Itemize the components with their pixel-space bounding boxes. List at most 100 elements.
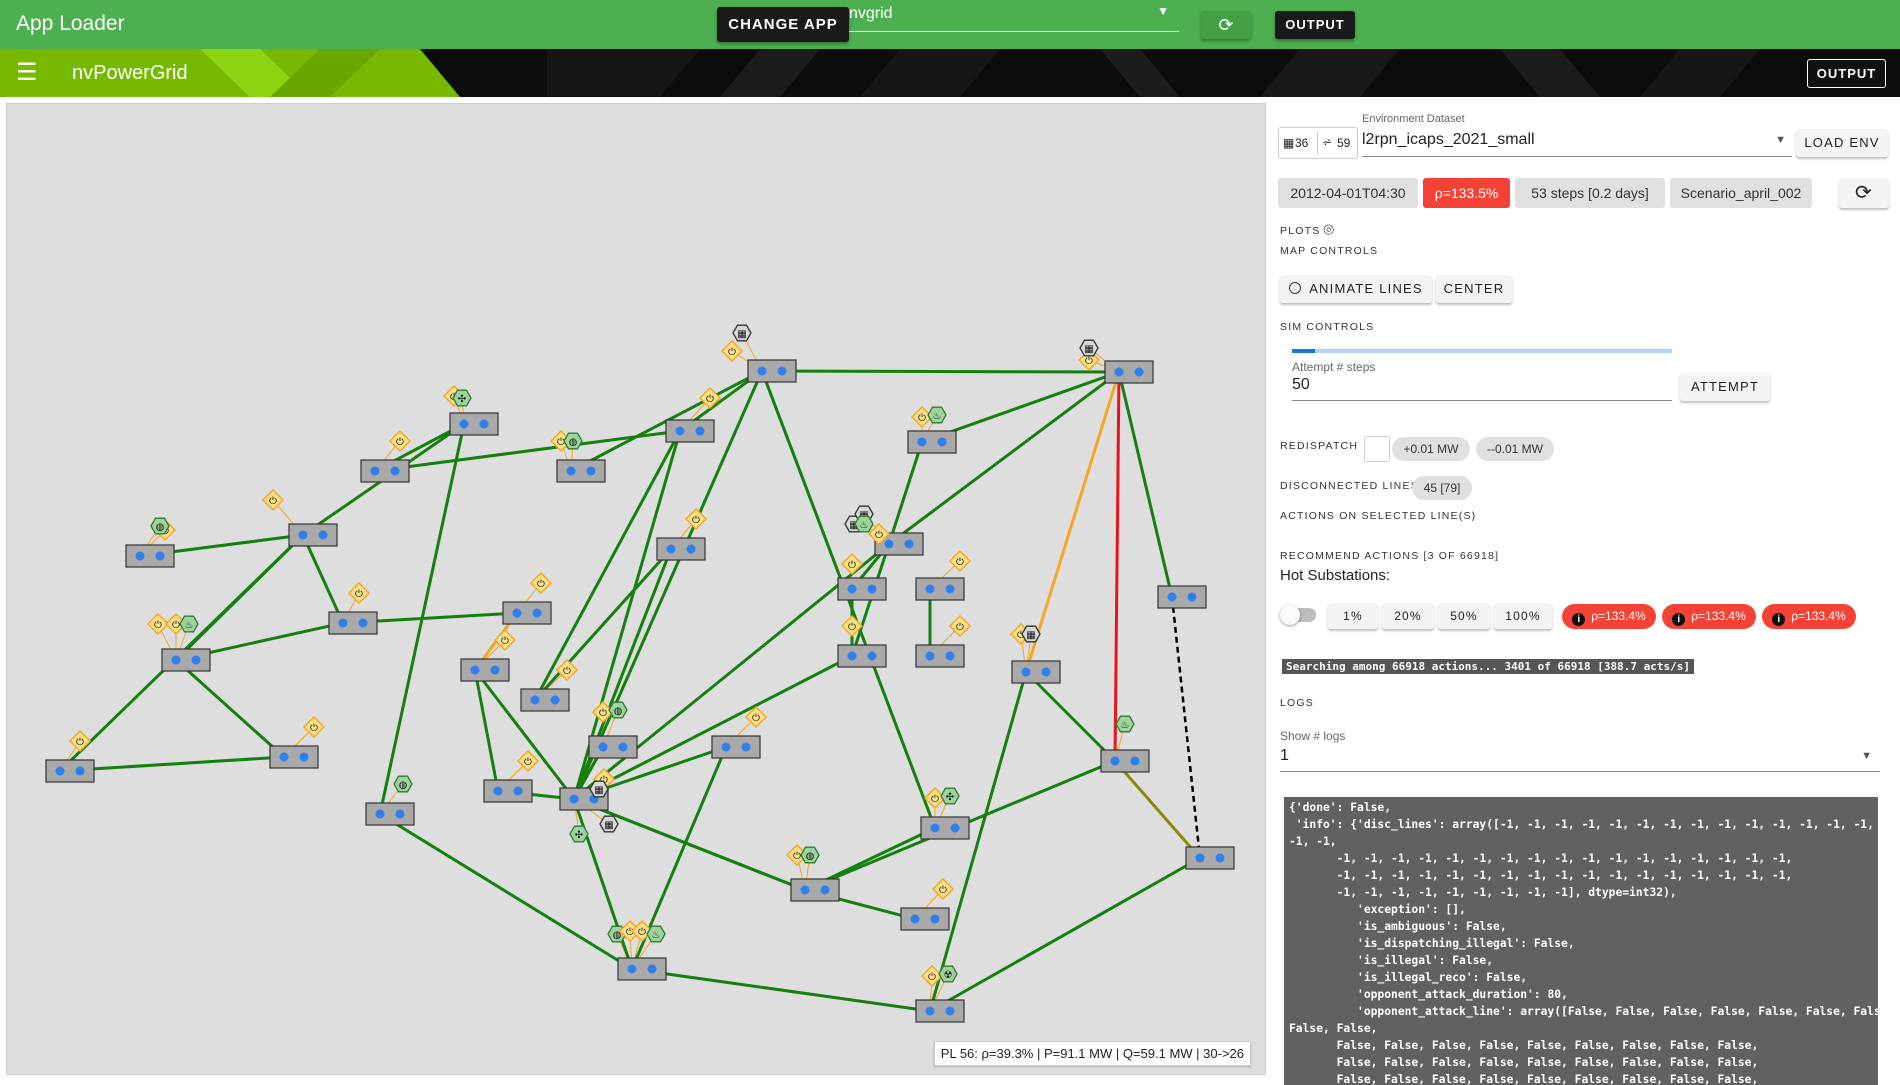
- bus-node: [375, 809, 385, 819]
- pct-button-1[interactable]: 1%: [1328, 603, 1378, 629]
- substation-s36[interactable]: [915, 999, 965, 1023]
- load-glyph: ⏻: [956, 557, 964, 568]
- app-bar: App Loader nvgrid ▼ CHANGE APP ⟳ OUTPUT: [0, 0, 1900, 49]
- grid-map-canvas[interactable]: ⏻▦⏻▦⏻✣⏻⏻◍⏻⏻♨⏻⏻◍⏻▦▦⏻♨⏻⏻⏻⏻⏻⏻♨⏻⏻⏻⏻▦⏻⏻◍⏻⏻⏻♨⏻…: [7, 104, 1265, 1074]
- pct-button-50[interactable]: 50%: [1438, 603, 1490, 629]
- output-button-top[interactable]: OUTPUT: [1275, 11, 1355, 39]
- attempt-button[interactable]: ATTEMPT: [1680, 373, 1770, 401]
- power-line-s1-s2[interactable]: [761, 369, 1120, 374]
- substation-s18[interactable]: [460, 658, 510, 682]
- substation-s10[interactable]: [656, 537, 706, 561]
- redispatch-plus-button[interactable]: +0.01 MW: [1392, 437, 1470, 461]
- bus-node: [171, 655, 181, 665]
- load-env-button[interactable]: LOAD ENV: [1796, 129, 1888, 157]
- power-line-s21-s27[interactable]: [1024, 670, 1117, 763]
- power-line-s27-s32[interactable]: [1113, 760, 1202, 859]
- power-line-s2-s21[interactable]: [1024, 371, 1121, 673]
- substation-s25[interactable]: [269, 745, 319, 769]
- dataset-select[interactable]: l2rpn_icaps_2021_small ▼: [1362, 127, 1792, 157]
- substation-s20[interactable]: [915, 644, 965, 668]
- substation-s22[interactable]: [520, 688, 570, 712]
- substation-s24[interactable]: [711, 735, 761, 759]
- pct-button-20[interactable]: 20%: [1382, 603, 1434, 629]
- center-button[interactable]: CENTER: [1436, 275, 1512, 303]
- substation-s30[interactable]: [365, 802, 415, 826]
- recommendation-chip-1[interactable]: i ρ=133.4%: [1562, 604, 1656, 629]
- substation-s32[interactable]: [1185, 846, 1235, 870]
- show-logs-select[interactable]: 1 ▼: [1280, 743, 1880, 772]
- substation-s23[interactable]: [588, 735, 638, 759]
- substation-s2[interactable]: [1104, 360, 1154, 384]
- hot-substations-label: Hot Substations:: [1280, 567, 1391, 584]
- substation-s35[interactable]: [617, 957, 667, 981]
- substation-box: [269, 745, 319, 769]
- substation-count: 36: [1295, 136, 1309, 150]
- power-line-s4-s6[interactable]: [374, 429, 681, 473]
- substation-s5[interactable]: [556, 459, 606, 483]
- power-line-s17-s25[interactable]: [174, 658, 286, 759]
- power-line-s35-s36[interactable]: [631, 967, 931, 1013]
- eye-off-icon[interactable]: ◎: [1323, 221, 1334, 237]
- disconnected-line-chip[interactable]: 45 [79]: [1412, 476, 1472, 500]
- nuclear-glyph: ☢: [944, 970, 953, 981]
- power-line-s33-s29[interactable]: [573, 797, 806, 892]
- substation-s7[interactable]: [907, 430, 957, 454]
- attempt-input[interactable]: 50: [1292, 376, 1310, 394]
- substation-s27[interactable]: [1100, 749, 1150, 773]
- attempt-underline: [1292, 400, 1672, 401]
- load-glyph: ⏻: [537, 579, 545, 590]
- pct-button-100[interactable]: 100%: [1494, 603, 1552, 629]
- hot-toggle[interactable]: [1280, 605, 1316, 625]
- bus-node: [675, 426, 685, 436]
- substation-s14[interactable]: [1157, 585, 1207, 609]
- bus-node: [777, 366, 787, 376]
- substation-s13[interactable]: [915, 577, 965, 601]
- grid-map[interactable]: ⏻▦⏻▦⏻✣⏻⏻◍⏻⏻♨⏻⏻◍⏻▦▦⏻♨⏻⏻⏻⏻⏻⏻♨⏻⏻⏻⏻▦⏻⏻◍⏻⏻⏻♨⏻…: [6, 103, 1266, 1075]
- reset-button[interactable]: ⟳: [1839, 178, 1889, 208]
- power-line-s14-s32[interactable]: [1170, 596, 1202, 859]
- power-line-s21-s36[interactable]: [928, 671, 1028, 1012]
- power-line-s32-s36[interactable]: [929, 856, 1201, 1013]
- substation-s15[interactable]: [502, 601, 552, 625]
- substation-s26[interactable]: [45, 759, 95, 783]
- substation-s16[interactable]: [328, 611, 378, 635]
- bus-node: [135, 551, 145, 561]
- substation-s3[interactable]: [449, 412, 499, 436]
- power-line-s8-s16[interactable]: [301, 534, 345, 624]
- app-select[interactable]: nvgrid ▼: [847, 0, 1179, 32]
- substation-s19[interactable]: [837, 644, 887, 668]
- substation-s33[interactable]: [790, 878, 840, 902]
- bus-node: [586, 466, 596, 476]
- recommendation-chip-3[interactable]: i ρ=133.4%: [1762, 604, 1856, 629]
- redispatch-input[interactable]: [1364, 436, 1390, 462]
- output-button-banner[interactable]: OUTPUT: [1807, 59, 1886, 88]
- bus-node: [925, 651, 935, 661]
- substation-s28[interactable]: [483, 779, 533, 803]
- substation-s4[interactable]: [360, 459, 410, 483]
- substation-s21[interactable]: [1011, 660, 1061, 684]
- substation-s12[interactable]: [837, 577, 887, 601]
- substation-s9[interactable]: [125, 544, 175, 568]
- bus-node: [618, 742, 628, 752]
- power-line-s2-s14[interactable]: [1117, 371, 1174, 598]
- substation-s34[interactable]: [900, 907, 950, 931]
- substation-s31[interactable]: [920, 816, 970, 840]
- substation-s1[interactable]: [747, 359, 797, 383]
- power-line-s7-s11[interactable]: [887, 441, 924, 545]
- animate-lines-button[interactable]: ANIMATE LINES: [1280, 275, 1432, 303]
- power-line-s18-s28[interactable]: [473, 669, 500, 792]
- menu-icon[interactable]: ☰: [16, 61, 38, 85]
- change-app-button[interactable]: CHANGE APP: [717, 7, 849, 42]
- power-line-s2-s11[interactable]: [888, 370, 1120, 546]
- redispatch-minus-button[interactable]: --0.01 MW: [1476, 437, 1554, 461]
- substation-s6[interactable]: [665, 419, 715, 443]
- power-line-s30-s35[interactable]: [379, 812, 633, 971]
- substation-s8[interactable]: [288, 523, 338, 547]
- substation-s17[interactable]: [161, 648, 211, 672]
- power-line-s2-s27[interactable]: [1113, 371, 1121, 762]
- animate-lines-label: ANIMATE LINES: [1309, 281, 1423, 296]
- load-glyph: ⏻: [931, 794, 939, 805]
- bus-node: [155, 551, 165, 561]
- recommendation-chip-2[interactable]: i ρ=133.4%: [1662, 604, 1756, 629]
- reload-app-button[interactable]: ⟳: [1201, 11, 1251, 39]
